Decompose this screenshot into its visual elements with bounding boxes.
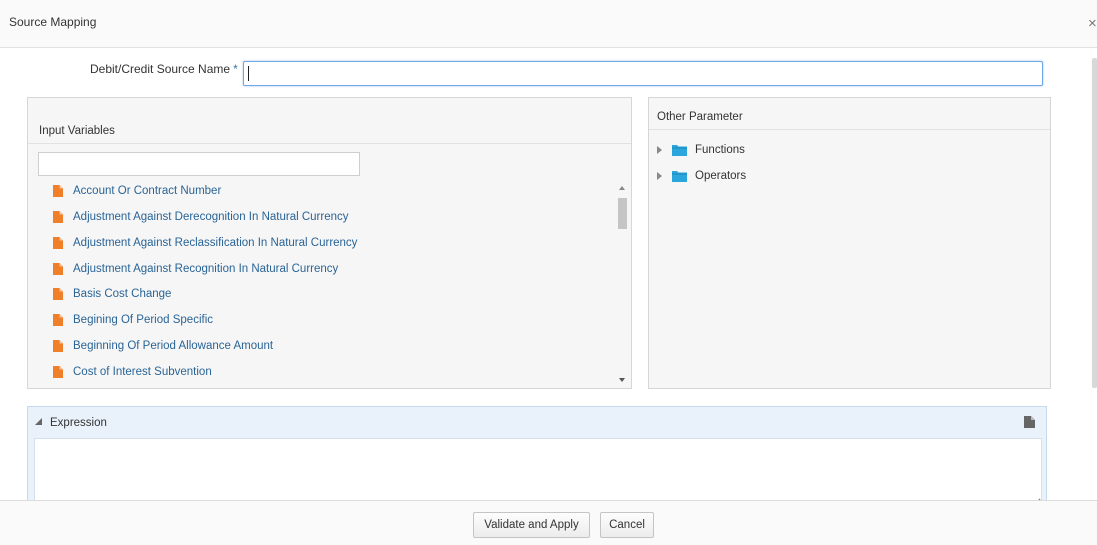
close-button[interactable]: × bbox=[1088, 16, 1097, 31]
scroll-thumb[interactable] bbox=[618, 198, 627, 229]
file-icon bbox=[53, 314, 63, 326]
divider bbox=[649, 129, 1050, 130]
source-name-input[interactable] bbox=[243, 61, 1043, 86]
folder-icon bbox=[672, 170, 687, 182]
list-item[interactable]: Adjustment Against Reclassification In N… bbox=[53, 234, 357, 252]
file-icon bbox=[53, 185, 63, 197]
list-item-label: Basis Cost Change bbox=[73, 288, 172, 300]
tree-node-label: Operators bbox=[695, 170, 747, 182]
file-icon bbox=[53, 366, 63, 378]
divider bbox=[28, 143, 631, 144]
tree-node-label: Functions bbox=[695, 144, 745, 156]
list-item[interactable]: Cost of Interest Subvention bbox=[53, 363, 212, 381]
input-variables-title: Input Variables bbox=[39, 125, 115, 137]
expression-textarea[interactable] bbox=[34, 438, 1042, 508]
other-parameter-title: Other Parameter bbox=[657, 111, 743, 123]
expand-arrow-icon[interactable] bbox=[657, 172, 662, 180]
variables-search-input[interactable] bbox=[38, 152, 360, 176]
required-marker: * bbox=[233, 62, 238, 76]
list-item-label: Adjustment Against Recognition In Natura… bbox=[73, 263, 339, 275]
scroll-up-arrow-icon[interactable] bbox=[619, 186, 625, 190]
file-icon bbox=[53, 263, 63, 275]
file-icon bbox=[53, 288, 63, 300]
list-item[interactable]: Adjustment Against Recognition In Natura… bbox=[53, 260, 338, 278]
text-caret bbox=[248, 66, 249, 81]
file-icon bbox=[53, 211, 63, 223]
scroll-down-arrow-icon[interactable] bbox=[619, 378, 625, 382]
list-item-label: Adjustment Against Reclassification In N… bbox=[73, 237, 358, 249]
list-item[interactable]: Account Or Contract Number bbox=[53, 182, 221, 200]
dialog-header: Source Mapping bbox=[0, 0, 1097, 48]
validate-and-apply-button[interactable]: Validate and Apply bbox=[473, 512, 590, 538]
list-item[interactable]: Begining Of Period Specific bbox=[53, 311, 213, 329]
source-name-label-text: Debit/Credit Source Name bbox=[90, 62, 231, 76]
list-scrollbar[interactable] bbox=[616, 182, 628, 386]
input-variables-panel: Input Variables Account Or Contract Numb… bbox=[27, 97, 632, 389]
folder-icon bbox=[672, 144, 687, 156]
expression-title: Expression bbox=[50, 417, 107, 429]
source-name-label: Debit/Credit Source Name * bbox=[90, 62, 238, 76]
list-item[interactable]: Beginning Of Period Allowance Amount bbox=[53, 337, 273, 355]
file-icon bbox=[53, 237, 63, 249]
other-parameter-panel: Other Parameter Functions Operators bbox=[648, 97, 1051, 389]
collapse-triangle-icon[interactable] bbox=[35, 418, 42, 425]
expand-arrow-icon[interactable] bbox=[657, 146, 662, 154]
tree-node-functions[interactable]: Functions bbox=[657, 142, 745, 158]
expression-panel: Expression bbox=[27, 406, 1047, 508]
list-item[interactable]: Adjustment Against Derecognition In Natu… bbox=[53, 208, 349, 226]
tree-node-operators[interactable]: Operators bbox=[657, 168, 746, 184]
dialog-scrollbar[interactable] bbox=[1092, 58, 1097, 388]
document-icon[interactable] bbox=[1024, 416, 1035, 428]
file-icon bbox=[53, 340, 63, 352]
dialog-footer: Validate and Apply Cancel bbox=[0, 500, 1097, 545]
list-item[interactable]: Basis Cost Change bbox=[53, 285, 171, 303]
variables-list: Account Or Contract Number Adjustment Ag… bbox=[28, 180, 613, 388]
dialog-title: Source Mapping bbox=[9, 15, 97, 29]
list-item-label: Beginning Of Period Allowance Amount bbox=[73, 340, 274, 352]
list-item-label: Adjustment Against Derecognition In Natu… bbox=[73, 211, 349, 223]
list-item-label: Account Or Contract Number bbox=[73, 185, 222, 197]
list-item-label: Begining Of Period Specific bbox=[73, 314, 213, 326]
cancel-button[interactable]: Cancel bbox=[600, 512, 654, 538]
list-item-label: Cost of Interest Subvention bbox=[73, 366, 212, 378]
